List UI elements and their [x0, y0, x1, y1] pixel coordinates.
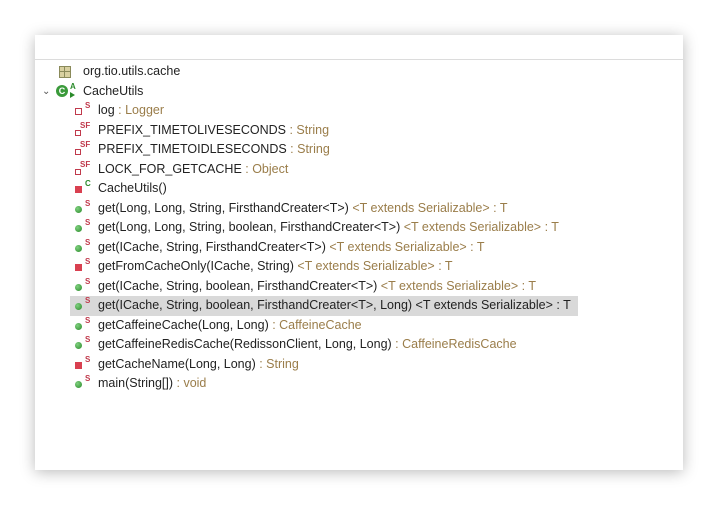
package-name: org.tio.utils.cache	[83, 64, 181, 78]
outline-member[interactable]: SgetCaffeineRedisCache(RedissonClient, L…	[35, 335, 683, 355]
private-method-icon	[75, 361, 82, 369]
member-label: get(Long, Long, String, FirsthandCreater…	[98, 199, 508, 219]
member-name: main(String[])	[98, 376, 174, 390]
outline-member[interactable]: SF LOCK_FOR_GETCACHE : Object	[35, 160, 683, 180]
member-label: log : Logger	[98, 101, 164, 121]
member-label: PREFIX_TIMETOLIVESECONDS : String	[98, 121, 329, 141]
member-name: get(ICache, String, boolean, FirsthandCr…	[98, 278, 378, 293]
private-constructor-icon	[75, 186, 82, 193]
modifier-badge: S	[85, 276, 91, 286]
outline-member[interactable]: Smain(String[]) : void	[35, 374, 683, 394]
modifier-badge: S	[85, 237, 91, 247]
class-node[interactable]: ⌄ C A CacheUtils	[35, 82, 683, 102]
modifier-badge: SF	[80, 140, 91, 149]
member-type: <T extends Serializable> : T	[348, 200, 508, 215]
modifier-badge: S	[85, 101, 91, 110]
modifier-badge: S	[85, 257, 91, 266]
modifier-badge: SF	[80, 120, 91, 130]
member-name: PREFIX_TIMETOIDLESECONDS	[98, 142, 287, 156]
member-label: LOCK_FOR_GETCACHE : Object	[98, 160, 288, 180]
member-name: get(Long, Long, String, boolean, Firstha…	[98, 220, 401, 234]
member-label: getCaffeineCache(Long, Long) : CaffeineC…	[98, 316, 362, 336]
modifier-badge: S	[85, 296, 91, 305]
public-method-icon	[75, 303, 82, 310]
class-icon: C	[56, 84, 68, 97]
member-name: get(ICache, String, boolean, FirsthandCr…	[98, 298, 413, 312]
member-type: : void	[173, 376, 207, 390]
member-name: getCaffeineCache(Long, Long)	[98, 317, 269, 332]
public-method-icon	[75, 244, 82, 252]
member-name: getCaffeineRedisCache(RedissonClient, Lo…	[98, 337, 392, 351]
member-label: get(ICache, String, boolean, FirsthandCr…	[98, 296, 571, 316]
member-type: <T extends Serializable> : T	[293, 259, 453, 273]
member-type: <T extends Serializable> : T	[412, 298, 571, 312]
run-icon	[70, 91, 75, 98]
modifier-badge: S	[85, 315, 91, 325]
member-type: : String	[286, 122, 330, 137]
outline-member[interactable]: Sget(ICache, String, FirsthandCreater<T>…	[35, 238, 683, 258]
member-name: getFromCacheOnly(ICache, String)	[98, 259, 294, 273]
member-label: get(ICache, String, boolean, FirsthandCr…	[98, 277, 536, 297]
outline-member[interactable]: C CacheUtils()	[35, 179, 683, 199]
member-label: main(String[]) : void	[98, 374, 206, 394]
public-method-icon	[75, 322, 82, 330]
outline-member[interactable]: SF PREFIX_TIMETOIDLESECONDS : String	[35, 140, 683, 160]
member-type: : CaffeineCache	[268, 317, 362, 332]
outline-view: org.tio.utils.cache ⌄ C A CacheUtils Slo…	[35, 35, 683, 470]
outline-member[interactable]: Slog : Logger	[35, 101, 683, 121]
modifier-badge: S	[85, 335, 91, 344]
member-name: log	[98, 103, 115, 117]
outline-toolbar	[35, 35, 683, 60]
modifier-badge: C	[85, 179, 91, 188]
outline-member[interactable]: SgetFromCacheOnly(ICache, String) <T ext…	[35, 257, 683, 277]
member-type: : String	[286, 142, 330, 156]
outline-member[interactable]: SgetCaffeineCache(Long, Long) : Caffeine…	[35, 316, 683, 336]
member-name: getCacheName(Long, Long)	[98, 356, 256, 371]
member-label: get(Long, Long, String, boolean, Firstha…	[98, 218, 559, 238]
outline-member[interactable]: Sget(ICache, String, boolean, FirsthandC…	[35, 296, 683, 316]
member-name: LOCK_FOR_GETCACHE	[98, 161, 242, 176]
private-method-icon	[75, 264, 82, 271]
public-method-icon	[75, 381, 82, 388]
member-name: get(Long, Long, String, FirsthandCreater…	[98, 200, 349, 215]
chevron-down-icon[interactable]: ⌄	[42, 82, 50, 102]
member-label: PREFIX_TIMETOIDLESECONDS : String	[98, 140, 330, 160]
member-label: get(ICache, String, FirsthandCreater<T>)…	[98, 238, 485, 258]
modifier-badge: S	[85, 198, 91, 208]
public-method-icon	[75, 342, 82, 349]
modifier-badge: SF	[80, 159, 91, 169]
public-method-icon	[75, 283, 82, 291]
member-label: CacheUtils()	[98, 179, 167, 199]
private-field-icon	[75, 108, 82, 115]
member-name: CacheUtils()	[98, 181, 167, 195]
member-type: : Object	[241, 161, 289, 176]
member-type: <T extends Serializable> : T	[377, 278, 536, 293]
modifier-badge: S	[85, 354, 91, 364]
modifier-badge: S	[85, 374, 91, 383]
member-label: getCacheName(Long, Long) : String	[98, 355, 299, 375]
member-type: : CaffeineRedisCache	[391, 337, 517, 351]
outline-member[interactable]: Sget(ICache, String, boolean, FirsthandC…	[35, 277, 683, 297]
outline-member[interactable]: SgetCacheName(Long, Long) : String	[35, 355, 683, 375]
outline-member[interactable]: SF PREFIX_TIMETOLIVESECONDS : String	[35, 121, 683, 141]
member-type: <T extends Serializable> : T	[400, 220, 559, 234]
class-name: CacheUtils	[83, 83, 144, 98]
package-node[interactable]: org.tio.utils.cache	[35, 62, 683, 82]
member-type: : String	[255, 356, 299, 371]
public-method-icon	[75, 205, 82, 213]
public-method-icon	[75, 225, 82, 232]
member-label: getCaffeineRedisCache(RedissonClient, Lo…	[98, 335, 517, 355]
modifier-badge: S	[85, 218, 91, 227]
member-type: : Logger	[114, 103, 165, 117]
outline-member[interactable]: Sget(Long, Long, String, FirsthandCreate…	[35, 199, 683, 219]
member-name: get(ICache, String, FirsthandCreater<T>)	[98, 239, 326, 254]
member-label: getFromCacheOnly(ICache, String) <T exte…	[98, 257, 453, 277]
outline-tree: org.tio.utils.cache ⌄ C A CacheUtils Slo…	[35, 62, 683, 394]
member-name: PREFIX_TIMETOLIVESECONDS	[98, 122, 287, 137]
outline-member[interactable]: Sget(Long, Long, String, boolean, Firsth…	[35, 218, 683, 238]
member-type: <T extends Serializable> : T	[325, 239, 485, 254]
